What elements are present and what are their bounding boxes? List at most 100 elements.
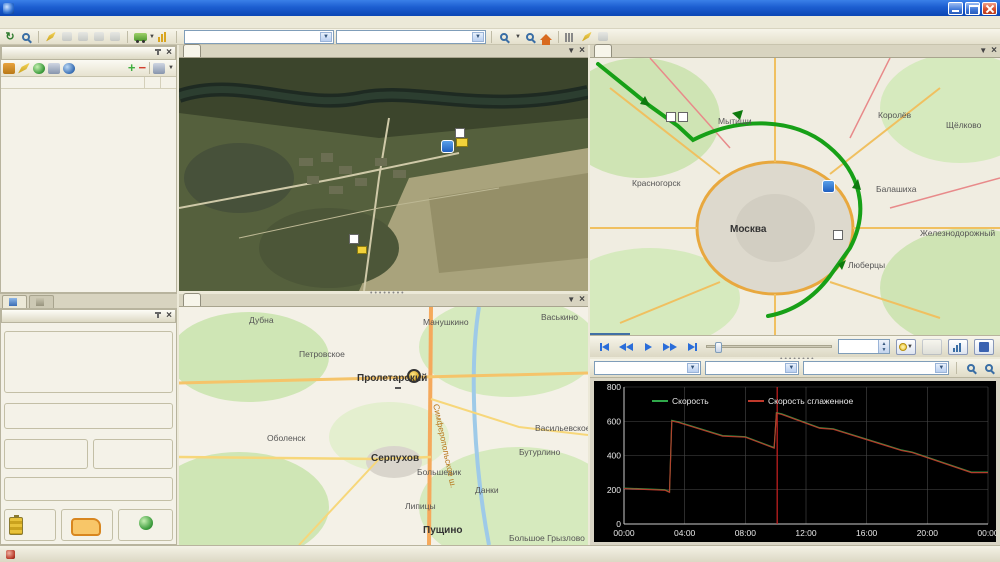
zoom-dropdown-caret[interactable]: ▼: [515, 34, 521, 40]
parameter-select[interactable]: ▼: [705, 361, 800, 375]
fast-forward-icon[interactable]: [662, 340, 678, 354]
geozone-icon: [36, 298, 44, 306]
vehicle-dropdown-caret[interactable]: ▼: [149, 34, 155, 40]
parking-marker[interactable]: [822, 180, 835, 193]
report-icon[interactable]: [580, 30, 594, 43]
tab-geozones[interactable]: [29, 295, 54, 308]
map-label: Красногорск: [632, 178, 680, 188]
splitter-right[interactable]: [588, 45, 590, 545]
svg-text:12:00: 12:00: [795, 528, 817, 538]
zoom-out-icon[interactable]: [523, 30, 537, 43]
tab-actros[interactable]: [183, 293, 201, 306]
map-label: Пролетарский: [357, 373, 427, 384]
close-button[interactable]: [982, 2, 997, 15]
map-label: Дубна: [249, 315, 274, 325]
slider-thumb[interactable]: [715, 342, 722, 353]
pin-icon[interactable]: [154, 312, 162, 320]
splitter-left[interactable]: [177, 45, 179, 545]
status-icon: [6, 550, 15, 559]
svg-text:16:00: 16:00: [856, 528, 878, 538]
remove-vehicle-button[interactable]: −: [138, 63, 146, 73]
edit-icon[interactable]: [44, 30, 58, 43]
close-icon[interactable]: ×: [166, 312, 172, 320]
play-icon[interactable]: [640, 340, 656, 354]
tab-dropdown-icon[interactable]: ▼: [567, 46, 575, 55]
svg-text:400: 400: [607, 451, 621, 461]
list-icon[interactable]: [564, 30, 578, 43]
view-mode-button[interactable]: [153, 63, 165, 74]
track-position-slider[interactable]: [706, 345, 832, 348]
zoom-out-icon[interactable]: [982, 362, 996, 375]
maximize-button[interactable]: [965, 2, 980, 15]
marker-2b[interactable]: [349, 234, 359, 244]
close-icon[interactable]: ×: [991, 47, 997, 55]
power-group: [4, 509, 56, 541]
map-label: Липицы: [405, 501, 436, 511]
edit-icon[interactable]: [18, 63, 30, 74]
skip-end-icon[interactable]: [684, 340, 700, 354]
tab-dropdown-icon[interactable]: ▼: [979, 46, 987, 55]
marker-1[interactable]: [666, 112, 676, 122]
globe-blue-icon[interactable]: [63, 63, 75, 74]
zoom-in-icon[interactable]: [964, 362, 978, 375]
splitter-handle[interactable]: ••••••••: [370, 290, 406, 297]
map-layer-select[interactable]: ▼: [336, 30, 486, 44]
map-label: Васькино: [541, 312, 578, 322]
svg-text:04:00: 04:00: [674, 528, 696, 538]
tab-all-objects[interactable]: [183, 44, 201, 57]
close-icon[interactable]: ×: [579, 296, 585, 304]
column-b[interactable]: [144, 77, 160, 88]
globe-green-icon[interactable]: [33, 63, 45, 74]
search-icon[interactable]: [19, 30, 33, 43]
parking-marker[interactable]: [441, 140, 454, 153]
track-map[interactable]: КрасногорскМытищиКоролёвЩёлковоБалашихаЖ…: [590, 58, 1000, 335]
close-icon[interactable]: ×: [579, 47, 585, 55]
gps-group: [118, 509, 173, 541]
svg-text:20:00: 20:00: [917, 528, 939, 538]
home-icon[interactable]: [539, 30, 553, 43]
title-bar: [0, 0, 1000, 16]
map-label: Данки: [475, 485, 499, 495]
marker-3[interactable]: [678, 112, 688, 122]
tab-track[interactable]: [594, 44, 612, 57]
highlight-button[interactable]: ▼: [896, 339, 916, 355]
marker-2[interactable]: [455, 128, 465, 138]
discrete-inputs-group: [4, 439, 88, 469]
rewind-icon[interactable]: [618, 340, 634, 354]
pin-icon[interactable]: [154, 49, 162, 57]
skip-start-icon[interactable]: [596, 340, 612, 354]
sort-icon[interactable]: [3, 63, 15, 74]
map-label: Серпухов: [371, 453, 419, 464]
bulb-icon: [899, 343, 907, 351]
road-map[interactable]: ДубнаМанушкиноВаськиноПетровскоеПролетар…: [179, 307, 588, 545]
map-provider-select[interactable]: ▼: [184, 30, 334, 44]
save-button[interactable]: [974, 339, 994, 355]
track-map-image: [590, 58, 1000, 335]
marker-2[interactable]: [833, 230, 843, 240]
flag-marker: [357, 246, 367, 254]
info-panel-header: ×: [1, 309, 176, 323]
tab-vehicles[interactable]: [2, 295, 27, 308]
add-vehicle-button[interactable]: +: [128, 63, 136, 73]
satellite-map[interactable]: [179, 58, 588, 291]
zoom-in-icon[interactable]: [497, 30, 511, 43]
screenshot-icon[interactable]: [48, 63, 60, 74]
info-panel: ×: [0, 308, 177, 545]
settings-icon: [596, 30, 610, 43]
vehicles-column-headers: [1, 77, 176, 89]
tab-dropdown-icon[interactable]: ▼: [567, 295, 575, 304]
minimize-button[interactable]: [948, 2, 963, 15]
map-label: Манушкино: [423, 317, 469, 327]
close-icon[interactable]: ×: [166, 49, 172, 57]
playback-rate-spinner[interactable]: ▲▼: [838, 339, 890, 354]
column-d1[interactable]: [160, 77, 176, 88]
refresh-icon[interactable]: ↻: [3, 30, 17, 43]
map-label: Оболенск: [267, 433, 305, 443]
vehicle-icon[interactable]: [133, 30, 147, 43]
show-chart-button[interactable]: [948, 339, 968, 355]
view-dropdown-caret[interactable]: ▼: [168, 65, 174, 71]
function-select[interactable]: ▼: [594, 361, 701, 375]
mode-select[interactable]: ▼: [803, 361, 949, 375]
fuel-chart[interactable]: 020040060080000:0004:0008:0012:0016:0020…: [594, 381, 996, 542]
chart-icon[interactable]: [157, 30, 171, 43]
